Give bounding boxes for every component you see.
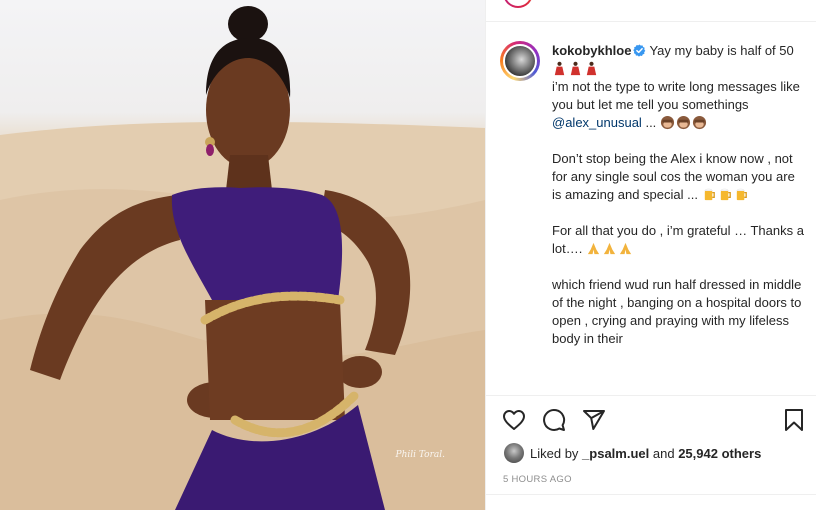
beer-mug-emoji-icon [704, 188, 715, 201]
liked-prefix: Liked by [530, 445, 579, 461]
likes-summary: Liked by _psalm.uel and 25,942 others [504, 442, 761, 464]
caption-paragraph-2: Don’t stop being the Alex i know now , n… [552, 150, 804, 204]
caption-paragraph-2-text: Don’t stop being the Alex i know now , n… [552, 151, 795, 202]
bookmark-icon[interactable] [782, 408, 806, 432]
caption-intro: Yay my baby is half of 50 [649, 43, 794, 58]
see-no-evil-monkey-emoji-icon [676, 115, 690, 130]
likes-count-link[interactable]: 25,942 others [678, 446, 761, 461]
caption-mention-link[interactable]: @alex_unusual [552, 115, 642, 130]
caption-avatar[interactable] [500, 41, 540, 81]
verified-badge-icon [633, 44, 646, 57]
photo-illustration [0, 6, 485, 510]
dancer-emoji-icon [554, 61, 565, 76]
photo-watermark: Phili Toral. [395, 450, 445, 460]
praying-hands-emoji-icon [587, 242, 600, 255]
dancer-emoji-icon [586, 61, 597, 76]
see-no-evil-monkey-emoji-icon [660, 115, 674, 130]
share-icon[interactable] [582, 408, 606, 432]
praying-hands-emoji-icon [619, 242, 632, 255]
post-timestamp[interactable]: 5 HOURS AGO [503, 474, 572, 485]
beer-mug-emoji-icon [736, 188, 747, 201]
comment-icon[interactable] [542, 408, 566, 432]
caption-ellipsis: ... [645, 115, 657, 130]
comments-section: kokobykhloe Yay my baby is half of 50 i’m… [486, 23, 816, 395]
post-header [486, 0, 816, 22]
liker-avatar[interactable] [504, 443, 524, 463]
heart-icon[interactable] [502, 408, 526, 432]
caption-paragraph-3: For all that you do , i’m grateful … Tha… [552, 222, 804, 258]
beer-mug-emoji-icon [720, 188, 731, 201]
liked-user-link[interactable]: _psalm.uel [582, 446, 649, 461]
post-caption: kokobykhloe Yay my baby is half of 50 i’m… [552, 42, 804, 348]
see-no-evil-monkey-emoji-icon [692, 115, 706, 130]
post-side-panel: kokobykhloe Yay my baby is half of 50 i’m… [485, 0, 816, 510]
header-avatar[interactable] [503, 0, 533, 8]
caption-paragraph-1: i’m not the type to write long messages … [552, 79, 800, 112]
divider [486, 494, 816, 495]
caption-username[interactable]: kokobykhloe [552, 43, 631, 58]
post-photo[interactable]: Phili Toral. [0, 0, 485, 510]
post-actions: Liked by _psalm.uel and 25,942 others 5 … [486, 395, 816, 510]
liked-and: and [652, 445, 675, 461]
dancer-emoji-icon [570, 61, 581, 76]
praying-hands-emoji-icon [603, 242, 616, 255]
caption-paragraph-4: which friend wud run half dressed in mid… [552, 277, 802, 346]
avatar-image [503, 44, 537, 78]
